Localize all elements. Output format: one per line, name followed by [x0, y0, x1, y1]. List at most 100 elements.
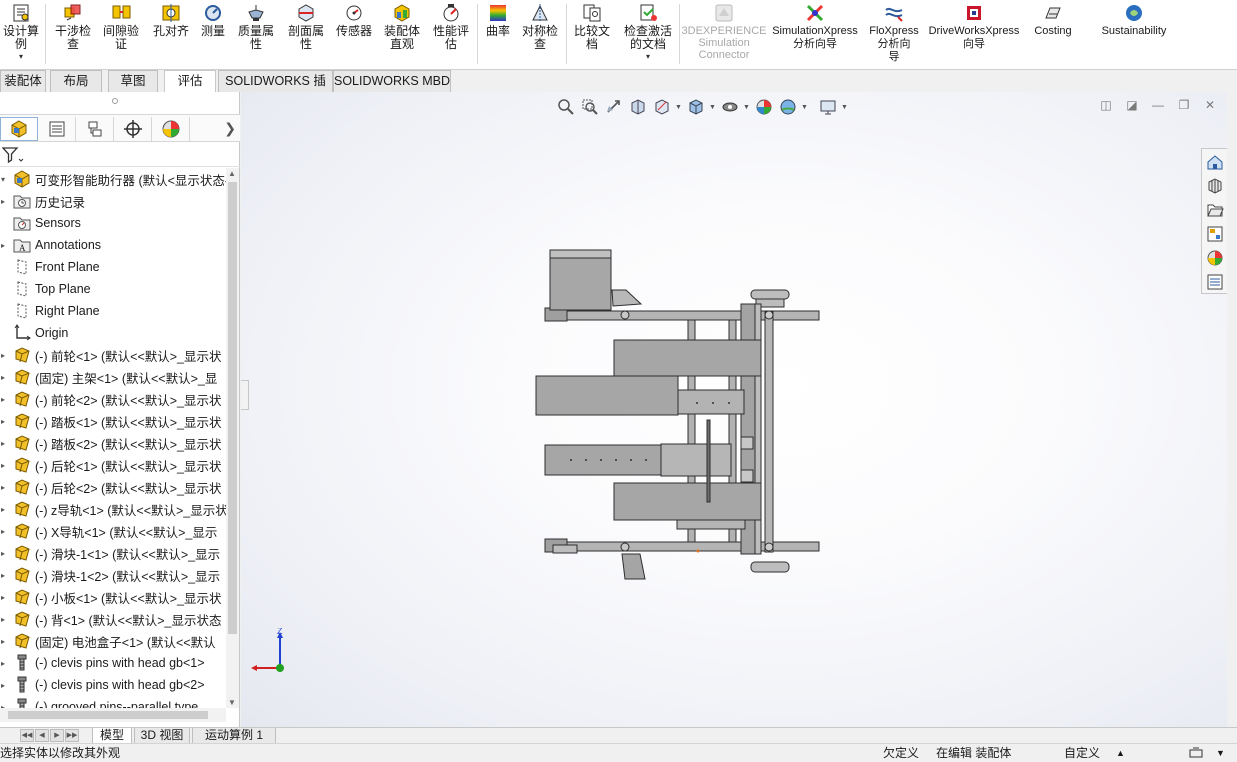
- command-tab-4[interactable]: SOLIDWORKS 插件: [218, 70, 333, 109]
- command-tab-3[interactable]: 评估: [164, 70, 216, 92]
- tree-item[interactable]: ▸ (-) clevis pins with head gb<2>: [0, 674, 226, 696]
- bottom-tab-1[interactable]: 3D 视图: [134, 728, 190, 744]
- tree-expand-icon[interactable]: ▸: [0, 571, 12, 580]
- feature-manager-tab-icon[interactable]: [0, 117, 38, 141]
- tree-item[interactable]: ▸ (-) 前轮<2> (默认<<默认>_显示状: [0, 388, 226, 410]
- tile-left-icon[interactable]: ◫: [1099, 98, 1113, 112]
- ribbon-button-simulationxpress[interactable]: SimulationXpress 分析向导: [768, 0, 862, 66]
- dynamic-annotation-icon[interactable]: [651, 96, 673, 118]
- tree-item[interactable]: ▸ A Annotations: [0, 234, 226, 256]
- view-orientation-icon[interactable]: [685, 96, 707, 118]
- tree-item[interactable]: ▸ (-) 踏板<2> (默认<<默认>_显示状: [0, 432, 226, 454]
- edit-appearance-icon[interactable]: [753, 96, 775, 118]
- tree-item[interactable]: Front Plane: [0, 256, 226, 278]
- panel-grip[interactable]: [112, 98, 118, 104]
- ribbon-button-compare-documents[interactable]: 比较文 档: [569, 0, 615, 66]
- tree-expand-icon[interactable]: ▸: [0, 593, 12, 602]
- ribbon-button-floxpress[interactable]: FloXpress 分析向 导: [866, 0, 922, 66]
- ribbon-button-sustainability[interactable]: Sustainability: [1094, 0, 1174, 66]
- command-tab-0[interactable]: 装配体: [0, 70, 46, 92]
- tree-item[interactable]: ▸ (-) 前轮<1> (默认<<默认>_显示状: [0, 344, 226, 366]
- bottom-tab-2[interactable]: 运动算例 1: [192, 728, 276, 744]
- tree-item[interactable]: ▸ (-) 后轮<2> (默认<<默认>_显示状: [0, 476, 226, 498]
- section-view-icon[interactable]: [627, 96, 649, 118]
- tree-item[interactable]: Top Plane: [0, 278, 226, 300]
- ribbon-button-costing[interactable]: Costing: [1028, 0, 1078, 66]
- ribbon-button-clearance-verify[interactable]: 间隙验 证: [100, 0, 142, 66]
- tree-item[interactable]: ▸ (-) z导轨<1> (默认<<默认>_显示状: [0, 498, 226, 520]
- tree-item[interactable]: Right Plane: [0, 300, 226, 322]
- ribbon-button-design-study[interactable]: 设计算 例 ▾: [0, 0, 42, 66]
- custom-properties-icon[interactable]: [1204, 271, 1226, 293]
- tree-expand-icon[interactable]: ▸: [0, 417, 12, 426]
- tree-expand-icon[interactable]: ▸: [0, 461, 12, 470]
- chevron-down-icon[interactable]: ▼: [675, 104, 683, 111]
- display-manager-tab-icon[interactable]: [152, 117, 190, 141]
- graphics-area[interactable]: ▼ ▼ ▼ ▼ ▼ ◫ ◪ — ❐ ✕ Z: [241, 92, 1227, 742]
- ribbon-button-check-active-document[interactable]: 检查激活 的文档 ▾: [620, 0, 676, 66]
- tree-expand-icon[interactable]: ▸: [0, 395, 12, 404]
- tree-item[interactable]: ▸ (-) grooved pins--parallel type: [0, 696, 226, 708]
- tile-right-icon[interactable]: ◪: [1125, 98, 1139, 112]
- chevron-down-icon[interactable]: ▾: [19, 52, 23, 61]
- filter-icon[interactable]: [2, 146, 24, 164]
- view-palette-icon[interactable]: [1204, 223, 1226, 245]
- dimxpert-manager-tab-icon[interactable]: [114, 117, 152, 141]
- panel-collapse-handle[interactable]: [241, 380, 249, 410]
- ribbon-button-sensor[interactable]: 传感器: [332, 0, 376, 66]
- scroll-down-icon[interactable]: ▼: [228, 698, 236, 707]
- zoom-to-area-icon[interactable]: [579, 96, 601, 118]
- property-manager-tab-icon[interactable]: [38, 117, 76, 141]
- tree-item[interactable]: ▸ (-) 小板<1> (默认<<默认>_显示状: [0, 586, 226, 608]
- close-icon[interactable]: ✕: [1203, 98, 1217, 112]
- appearances-scenes-icon[interactable]: [1204, 247, 1226, 269]
- next-tab-icon[interactable]: ▶: [50, 729, 64, 742]
- apply-scene-icon[interactable]: [777, 96, 799, 118]
- tree-item[interactable]: ▸ 历史记录: [0, 190, 226, 212]
- tree-expand-icon[interactable]: ▸: [0, 241, 12, 250]
- ribbon-button-measure[interactable]: 测量: [196, 0, 230, 66]
- configuration-manager-tab-icon[interactable]: [76, 117, 114, 141]
- tree-expand-icon[interactable]: ▸: [0, 681, 12, 690]
- tree-item[interactable]: ▸ (-) 后轮<1> (默认<<默认>_显示状: [0, 454, 226, 476]
- tree-item[interactable]: ▸ (固定) 电池盒子<1> (默认<<默认: [0, 630, 226, 652]
- chevron-down-icon[interactable]: ▼: [841, 104, 849, 111]
- tree-item[interactable]: ▸ (-) 滑块-1<2> (默认<<默认>_显示: [0, 564, 226, 586]
- previous-view-icon[interactable]: [603, 96, 625, 118]
- first-tab-icon[interactable]: ◀◀: [20, 729, 34, 742]
- ribbon-button-driveworksxpress[interactable]: DriveWorksXpress 向导: [924, 0, 1024, 66]
- tree-expand-icon[interactable]: ▸: [0, 527, 12, 536]
- tree-horizontal-scrollbar[interactable]: [0, 708, 226, 722]
- more-tabs-chevron-icon[interactable]: ❯: [224, 120, 236, 137]
- units-caret-icon[interactable]: ▲: [1116, 746, 1125, 761]
- tree-expand-icon[interactable]: ▸: [0, 483, 12, 492]
- restore-icon[interactable]: ❐: [1177, 98, 1191, 112]
- scrollbar-thumb[interactable]: [8, 711, 208, 719]
- solidworks-resources-icon[interactable]: [1204, 151, 1226, 173]
- view-settings-icon[interactable]: [817, 96, 839, 118]
- chevron-down-icon[interactable]: ▼: [709, 104, 717, 111]
- scroll-up-icon[interactable]: ▲: [228, 169, 236, 178]
- ribbon-button-interference-check[interactable]: 干涉检 查: [48, 0, 98, 66]
- rebuild-status-icon[interactable]: [1188, 746, 1204, 762]
- minimize-icon[interactable]: —: [1151, 98, 1165, 112]
- tree-collapse-icon[interactable]: ▾: [0, 175, 12, 184]
- command-tab-2[interactable]: 草图: [108, 70, 158, 92]
- tree-expand-icon[interactable]: ▸: [0, 197, 12, 206]
- ribbon-button-section-properties[interactable]: 剖面属 性: [282, 0, 330, 66]
- tree-root-assembly[interactable]: ▾ 可变形智能助行器 (默认<显示状态-1>: [0, 168, 226, 190]
- ribbon-button-assembly-visualization[interactable]: 装配体 直观: [379, 0, 425, 66]
- tree-expand-icon[interactable]: ▸: [0, 505, 12, 514]
- design-library-icon[interactable]: [1204, 175, 1226, 197]
- ribbon-button-performance-evaluation[interactable]: 性能评 估: [428, 0, 474, 66]
- scrollbar-thumb[interactable]: [228, 182, 237, 634]
- command-tab-5[interactable]: SOLIDWORKS MBD: [333, 70, 451, 92]
- status-units[interactable]: 自定义: [1064, 746, 1100, 761]
- tree-expand-icon[interactable]: ▸: [0, 637, 12, 646]
- tree-expand-icon[interactable]: ▸: [0, 351, 12, 360]
- tree-item[interactable]: ▸ (固定) 主架<1> (默认<<默认>_显: [0, 366, 226, 388]
- status-caret-icon[interactable]: ▼: [1216, 746, 1225, 761]
- tree-item[interactable]: Origin: [0, 322, 226, 344]
- tree-expand-icon[interactable]: ▸: [0, 549, 12, 558]
- last-tab-icon[interactable]: ▶▶: [65, 729, 79, 742]
